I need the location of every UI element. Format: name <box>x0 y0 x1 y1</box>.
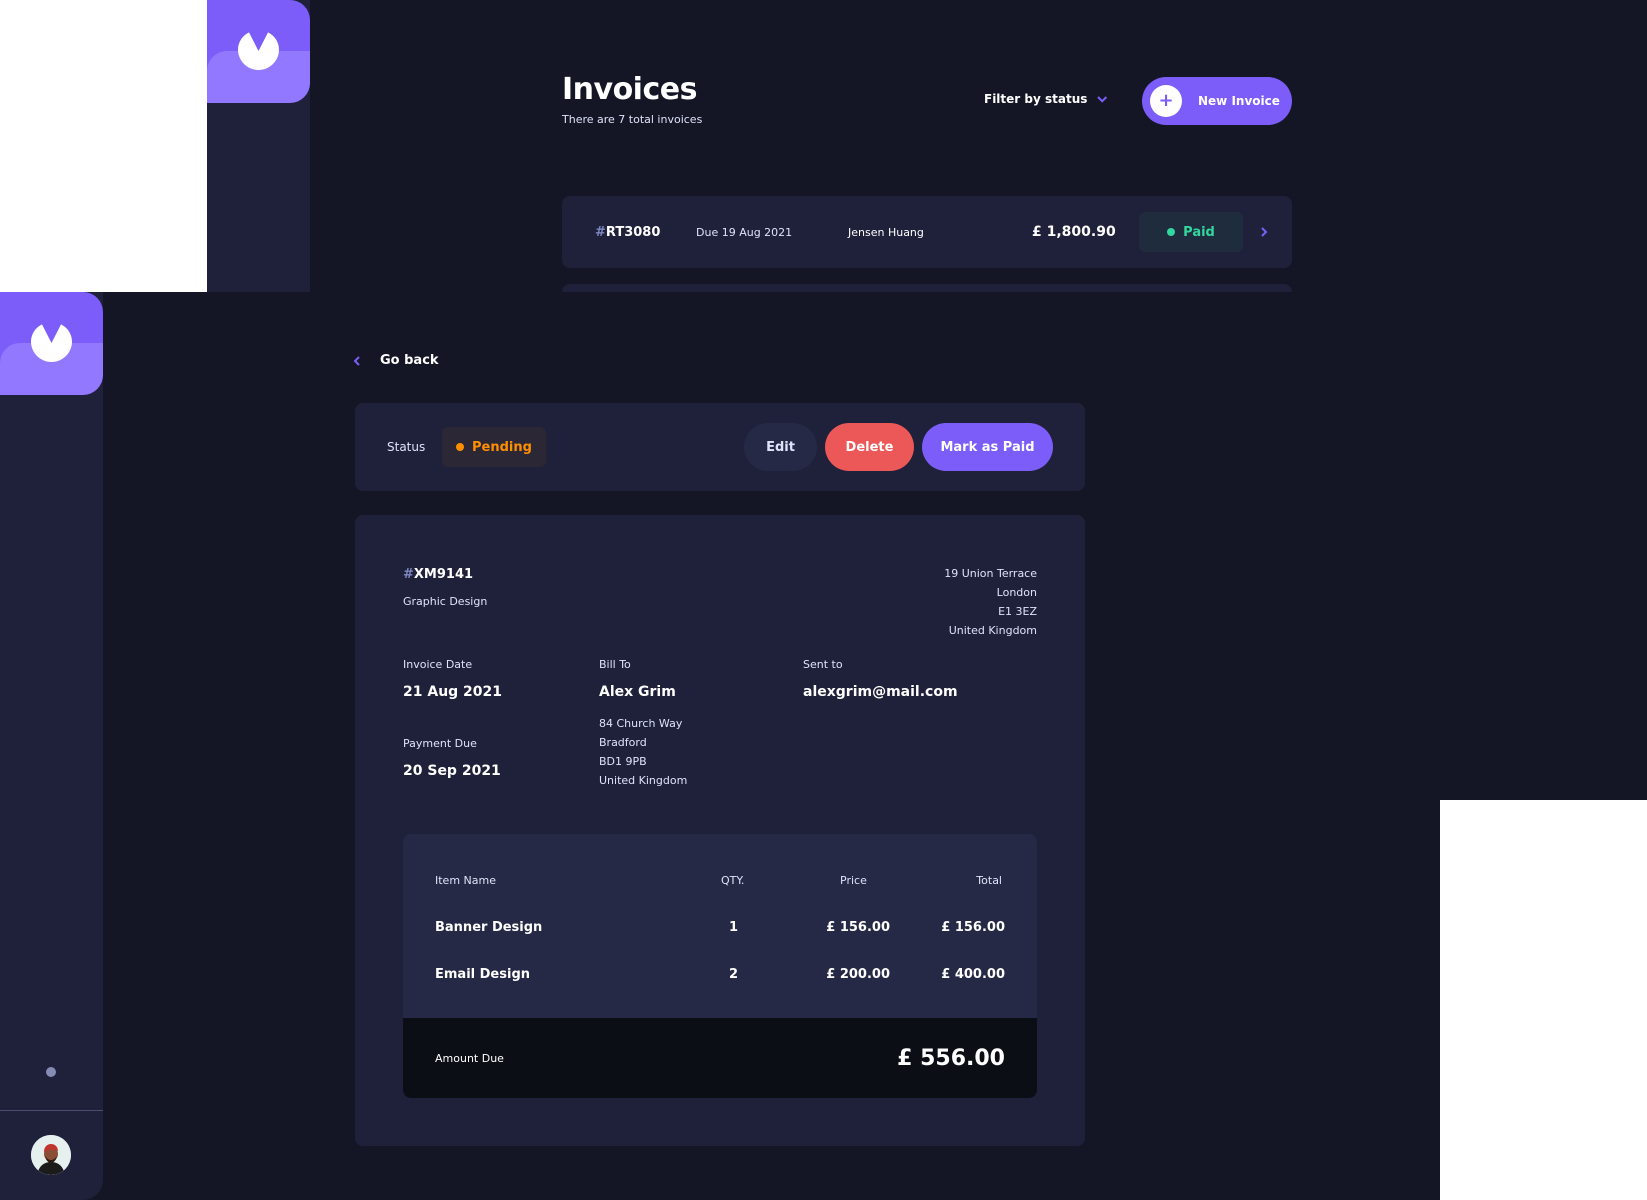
client-address: 84 Church Way Bradford BD1 9PB United Ki… <box>599 717 688 787</box>
chevron-right-icon <box>1261 196 1268 268</box>
status-dot <box>1167 228 1176 236</box>
invoice-detail-card: #XM9141 Graphic Design 19 Union Terrace … <box>355 515 1085 1146</box>
invoice-date-label: Invoice Date <box>403 658 473 671</box>
invoice-due-date: Due 19 Aug 2021 <box>696 225 793 239</box>
theme-toggle-icon[interactable] <box>46 1067 56 1077</box>
amount-due-value: £ 556.00 <box>897 1045 1005 1071</box>
amount-due-bar: Amount Due £ 556.00 <box>403 1018 1037 1098</box>
edit-button[interactable]: Edit <box>744 423 817 471</box>
column-header-item-name: Item Name <box>435 874 496 887</box>
chevron-down-icon <box>1097 95 1108 103</box>
column-header-price: Price <box>840 874 867 887</box>
sender-address: 19 Union Terrace London E1 3EZ United Ki… <box>944 567 1037 637</box>
white-area-bottom-right <box>1440 800 1647 1200</box>
plus-icon: + <box>1150 85 1182 117</box>
client-email: alexgrim@mail.com <box>803 684 958 700</box>
status-badge: Paid <box>1139 212 1243 252</box>
invoice-id: # RT3080 <box>595 224 661 240</box>
sidebar <box>207 0 310 292</box>
items-table: Item Name QTY. Price Total Banner Design… <box>403 834 1037 1098</box>
invoice-count: There are 7 total invoices <box>562 113 703 126</box>
client-name: Alex Grim <box>599 684 676 700</box>
item-name: Email Design <box>435 967 530 982</box>
logo[interactable] <box>0 292 103 395</box>
invoice-row[interactable]: # RT3080 Due 19 Aug 2021 Jensen Huang £ 1… <box>562 196 1292 268</box>
payment-due: 20 Sep 2021 <box>403 763 501 779</box>
item-price: £ 200.00 <box>826 967 890 982</box>
invoice-amount: £ 1,800.90 <box>1032 224 1116 240</box>
payment-due-label: Payment Due <box>403 737 477 750</box>
invoice-client-name: Jensen Huang <box>848 225 924 239</box>
go-back-label: Go back <box>380 353 439 368</box>
invoice-row[interactable] <box>562 284 1292 292</box>
invoice-list-view: Invoices There are 7 total invoices Filt… <box>0 0 1647 292</box>
go-back-link[interactable]: Go back <box>353 353 439 368</box>
page-title: Invoices <box>562 72 697 107</box>
new-invoice-button[interactable]: + New Invoice <box>1142 77 1292 125</box>
status-label: Status <box>387 440 426 454</box>
avatar[interactable] <box>31 1135 71 1175</box>
invoice-id: #XM9141 <box>403 567 474 582</box>
status-badge: Pending <box>442 427 546 467</box>
chevron-left-icon <box>353 355 360 366</box>
mark-as-paid-button[interactable]: Mark as Paid <box>922 423 1053 471</box>
sidebar <box>0 292 103 1200</box>
status-bar: Status Pending Edit Delete Mark as Paid <box>355 403 1085 491</box>
bill-to-label: Bill To <box>599 658 631 671</box>
item-qty: 2 <box>729 967 739 982</box>
column-header-qty: QTY. <box>721 874 745 887</box>
filter-dropdown[interactable]: Filter by status <box>984 92 1108 106</box>
sent-to-label: Sent to <box>803 658 843 671</box>
item-total: £ 400.00 <box>941 967 1005 982</box>
column-header-total: Total <box>976 874 1002 887</box>
invoice-description: Graphic Design <box>403 595 488 608</box>
sidebar-divider <box>0 1110 103 1111</box>
logo[interactable] <box>207 0 310 103</box>
filter-label: Filter by status <box>984 92 1088 106</box>
item-qty: 1 <box>729 920 739 935</box>
delete-button[interactable]: Delete <box>825 423 914 471</box>
item-name: Banner Design <box>435 920 543 935</box>
item-price: £ 156.00 <box>826 920 890 935</box>
logo-icon <box>238 32 279 71</box>
list-header: Invoices There are 7 total invoices <box>562 72 702 126</box>
invoice-date: 21 Aug 2021 <box>403 684 503 700</box>
new-invoice-label: New Invoice <box>1198 94 1280 108</box>
status-dot <box>456 443 465 451</box>
amount-due-label: Amount Due <box>435 1051 504 1065</box>
logo-icon <box>31 324 72 363</box>
item-total: £ 156.00 <box>941 920 1005 935</box>
